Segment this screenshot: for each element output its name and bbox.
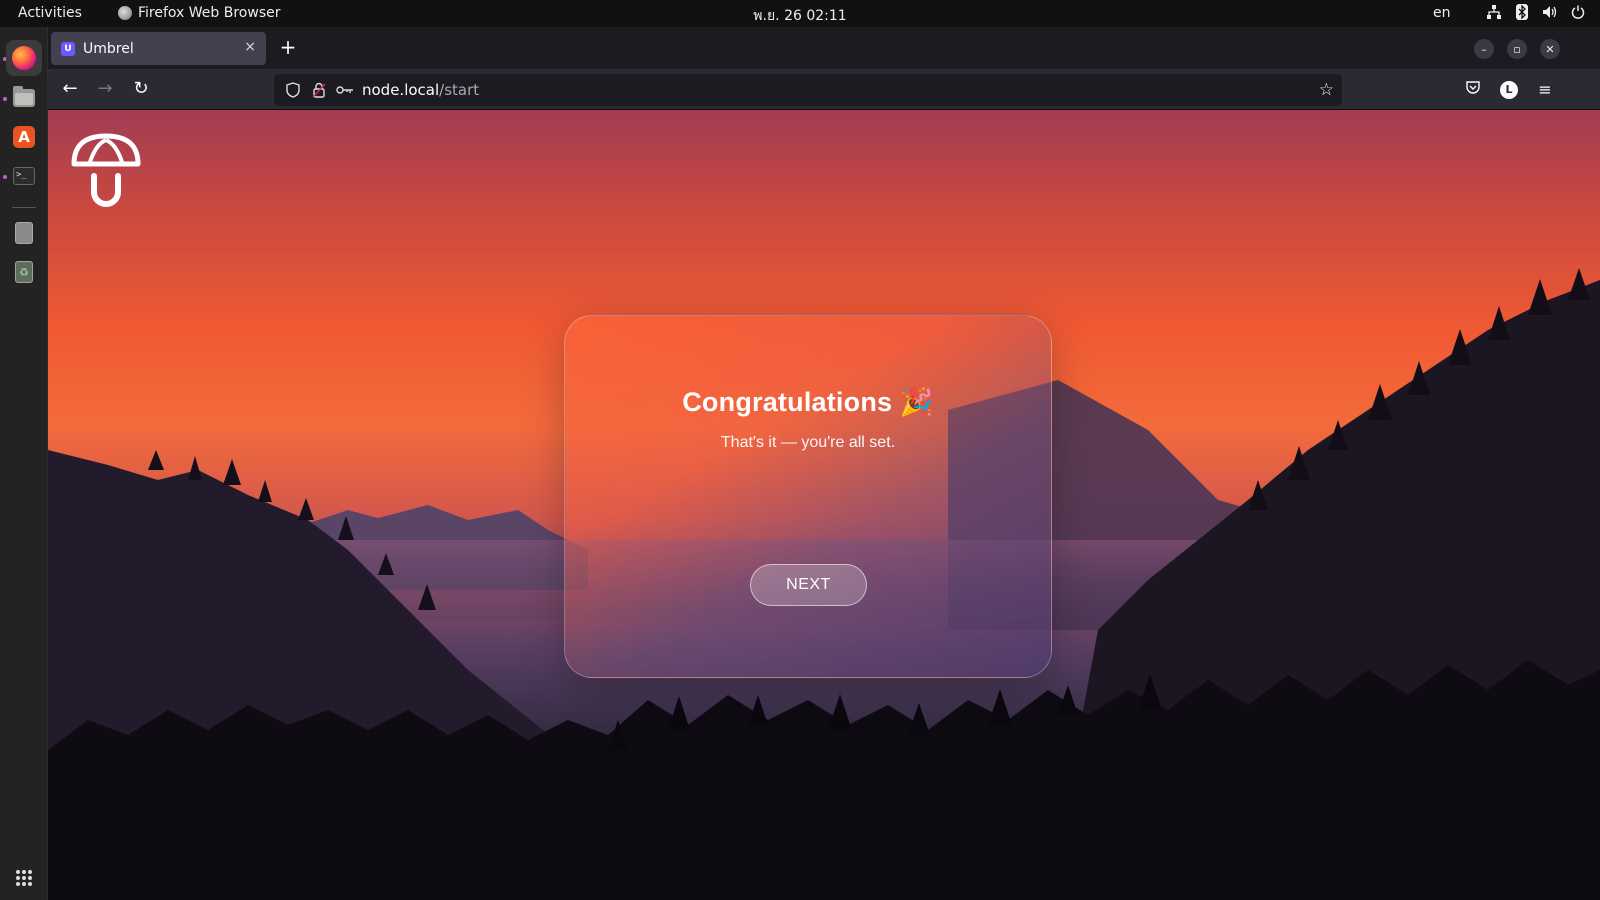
- bluetooth-icon[interactable]: [1514, 4, 1530, 20]
- url-path: /start: [439, 81, 480, 99]
- back-button[interactable]: ←: [58, 78, 82, 102]
- forward-button[interactable]: →: [93, 78, 117, 102]
- reload-button[interactable]: ↻: [129, 78, 153, 102]
- clock[interactable]: พ.ย. 26 02:11: [753, 8, 846, 24]
- volume-icon[interactable]: [1542, 4, 1558, 20]
- power-icon[interactable]: [1570, 4, 1586, 20]
- firefox-icon: [12, 46, 36, 70]
- url-bar[interactable]: node.local/start ☆: [274, 74, 1342, 106]
- firefox-window: U Umbrel × + – ▫ ✕ ← → ↻ node.local/star…: [48, 27, 1600, 900]
- system-tray[interactable]: [1486, 4, 1586, 20]
- dock-firefox[interactable]: [6, 40, 42, 76]
- umbrel-logo-icon[interactable]: [70, 132, 142, 212]
- next-button[interactable]: NEXT: [750, 564, 867, 606]
- page-title: Congratulations 🎉: [682, 387, 934, 417]
- umbrel-start-page: Congratulations 🎉 That's it — you're all…: [48, 110, 1600, 900]
- menu-hamburger-icon[interactable]: ≡: [1534, 79, 1556, 101]
- terminal-icon: >_: [13, 167, 35, 185]
- maximize-icon[interactable]: ▫: [1507, 39, 1527, 59]
- trash-icon: ♻: [15, 261, 33, 283]
- tracking-shield-icon[interactable]: [284, 81, 302, 99]
- new-tab-button[interactable]: +: [276, 36, 300, 60]
- files-icon: [13, 86, 35, 107]
- network-icon[interactable]: [1486, 4, 1502, 20]
- activities-button[interactable]: Activities: [18, 5, 82, 21]
- url-host: node.local: [362, 81, 440, 99]
- tab-bar: U Umbrel × + – ▫ ✕: [48, 27, 1600, 69]
- tab-title: Umbrel: [83, 40, 134, 57]
- language-indicator[interactable]: en: [1433, 5, 1451, 21]
- apps-grid-icon[interactable]: [16, 870, 32, 886]
- dock-app-store[interactable]: A: [6, 119, 42, 155]
- dock-terminal[interactable]: >_: [6, 158, 42, 194]
- dock-files[interactable]: [6, 80, 42, 116]
- tab-umbrel[interactable]: U Umbrel ×: [51, 32, 266, 65]
- insecure-lock-icon[interactable]: [310, 81, 328, 99]
- disk-icon: [15, 222, 33, 244]
- minimize-icon[interactable]: –: [1474, 39, 1494, 59]
- dock-disk[interactable]: [6, 215, 42, 251]
- bookmark-star-icon[interactable]: ☆: [1319, 80, 1334, 100]
- app-menu[interactable]: Firefox Web Browser: [118, 5, 281, 21]
- firefox-small-icon: [118, 6, 132, 20]
- pocket-icon[interactable]: [1462, 79, 1484, 101]
- tab-close-icon[interactable]: ×: [244, 39, 256, 55]
- onboarding-card: Congratulations 🎉 That's it — you're all…: [564, 315, 1052, 678]
- app-store-icon: A: [13, 126, 35, 148]
- close-window-icon[interactable]: ✕: [1540, 39, 1560, 59]
- navigation-toolbar: ← → ↻ node.local/start ☆ L ≡: [48, 69, 1600, 110]
- app-name-label: Firefox Web Browser: [138, 5, 281, 21]
- page-subtitle: That's it — you're all set.: [720, 434, 896, 451]
- dock-separator: [12, 207, 36, 208]
- dock-trash[interactable]: ♻: [6, 254, 42, 290]
- dock: A >_ ♻: [0, 27, 48, 900]
- account-avatar[interactable]: L: [1500, 81, 1518, 99]
- key-icon[interactable]: [336, 81, 354, 99]
- umbrel-favicon-icon: U: [61, 41, 75, 56]
- system-top-bar: Activities Firefox Web Browser พ.ย. 26 0…: [0, 0, 1600, 27]
